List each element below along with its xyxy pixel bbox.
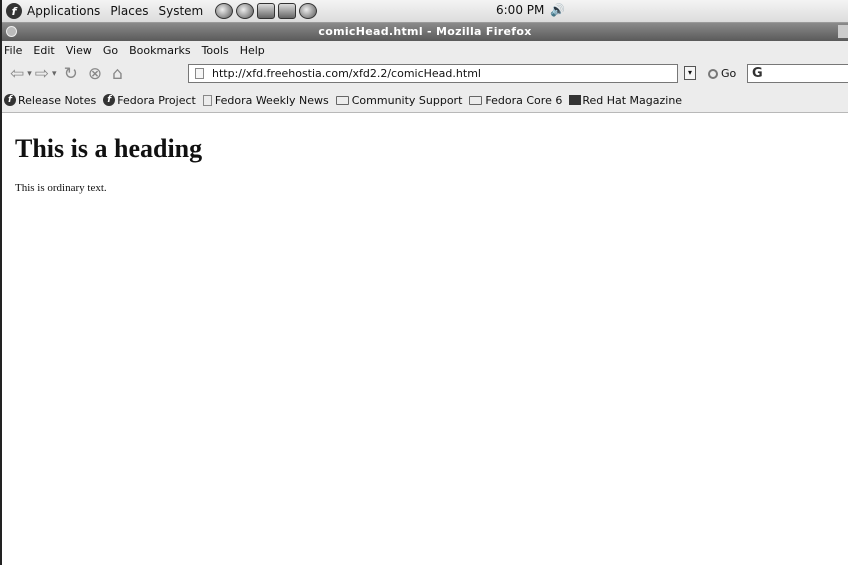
navigation-toolbar: ⇦ ▾ ⇨ ▾ ↻ ⊗ ⌂ http://xfd.freehostia.com/… [2, 60, 848, 88]
panel-launchers [215, 3, 318, 19]
volume-icon[interactable]: 🔊 [550, 3, 565, 17]
firefox-menubar: File Edit View Go Bookmarks Tools Help [2, 41, 848, 60]
bookmark-label: Community Support [351, 93, 463, 107]
fedora-icon: f [4, 94, 16, 106]
magazine-icon [569, 95, 582, 105]
page-icon [195, 68, 204, 79]
google-search-icon: G [752, 66, 763, 81]
stop-icon[interactable]: ⊗ [88, 64, 102, 84]
applications-menu[interactable]: Applications [27, 4, 100, 18]
search-input[interactable]: G [747, 64, 848, 83]
window-title: comicHead.html - Mozilla Firefox [318, 25, 532, 38]
bookmark-red-hat-magazine[interactable]: Red Hat Magazine [569, 94, 682, 107]
bookmark-community-support[interactable]: Community Support [335, 93, 463, 107]
bookmark-release-notes[interactable]: f Release Notes [4, 94, 96, 107]
url-bar[interactable]: http://xfd.freehostia.com/xfd2.2/comicHe… [188, 64, 678, 83]
clock[interactable]: 6:00 PM [496, 3, 544, 17]
system-menu[interactable]: System [158, 4, 203, 18]
spreadsheet-launcher-icon[interactable] [299, 3, 318, 19]
menu-file[interactable]: File [4, 44, 22, 57]
gnome-top-panel: f Applications Places System 6:00 PM 🔊 [2, 0, 848, 23]
places-menu[interactable]: Places [110, 4, 148, 18]
page-heading: This is a heading [15, 134, 203, 163]
document-icon [202, 94, 212, 106]
forward-history-dropdown[interactable]: ▾ [52, 69, 57, 79]
go-button[interactable]: Go [708, 67, 736, 80]
writer-launcher-icon[interactable] [257, 3, 276, 19]
window-title-bar[interactable]: comicHead.html - Mozilla Firefox [2, 23, 848, 41]
presentation-launcher-icon[interactable] [278, 3, 297, 19]
forward-arrow-icon[interactable]: ⇨ [35, 64, 49, 84]
email-launcher-icon[interactable] [236, 3, 255, 19]
menu-view[interactable]: View [66, 44, 92, 57]
page-text: This is ordinary text. [15, 182, 107, 194]
page-content: This is a heading This is ordinary text. [2, 134, 848, 194]
panel-clock-area: 6:00 PM 🔊 [496, 3, 565, 17]
bookmark-label: Release Notes [18, 93, 97, 107]
url-text[interactable]: http://xfd.freehostia.com/xfd2.2/comicHe… [212, 67, 481, 80]
folder-icon [335, 95, 349, 105]
bookmarks-toolbar: f Release Notes f Fedora Project Fedora … [2, 88, 848, 113]
bookmark-fedora-project[interactable]: f Fedora Project [103, 94, 196, 107]
bookmark-label: Red Hat Magazine [582, 93, 683, 107]
panel-menus: f Applications Places System [2, 3, 318, 19]
bookmark-label: Fedora Core 6 [485, 93, 563, 107]
menu-help[interactable]: Help [240, 44, 265, 57]
bookmark-fedora-weekly-news[interactable]: Fedora Weekly News [202, 93, 329, 107]
home-icon[interactable]: ⌂ [112, 64, 123, 84]
back-arrow-icon[interactable]: ⇦ [10, 64, 24, 84]
menu-bookmarks[interactable]: Bookmarks [129, 44, 190, 57]
reload-icon[interactable]: ↻ [64, 64, 78, 84]
bookmark-fedora-core-6[interactable]: Fedora Core 6 [469, 94, 562, 107]
window-menu-icon[interactable] [6, 26, 17, 37]
url-dropdown-button[interactable]: ▾ [684, 66, 696, 80]
go-label: Go [721, 67, 737, 80]
bookmark-label: Fedora Project [117, 93, 196, 107]
desktop: f Applications Places System 6:00 PM 🔊 c… [0, 0, 848, 565]
fedora-logo-icon: f [6, 3, 22, 19]
web-browser-launcher-icon[interactable] [215, 3, 234, 19]
menu-go[interactable]: Go [103, 44, 118, 57]
back-history-dropdown[interactable]: ▾ [27, 69, 32, 79]
menu-edit[interactable]: Edit [33, 44, 54, 57]
go-icon [708, 68, 718, 79]
minimize-button[interactable] [838, 25, 848, 38]
folder-icon [469, 95, 483, 105]
bookmark-label: Fedora Weekly News [214, 93, 329, 107]
fedora-icon: f [103, 94, 116, 106]
menu-tools[interactable]: Tools [202, 44, 229, 57]
